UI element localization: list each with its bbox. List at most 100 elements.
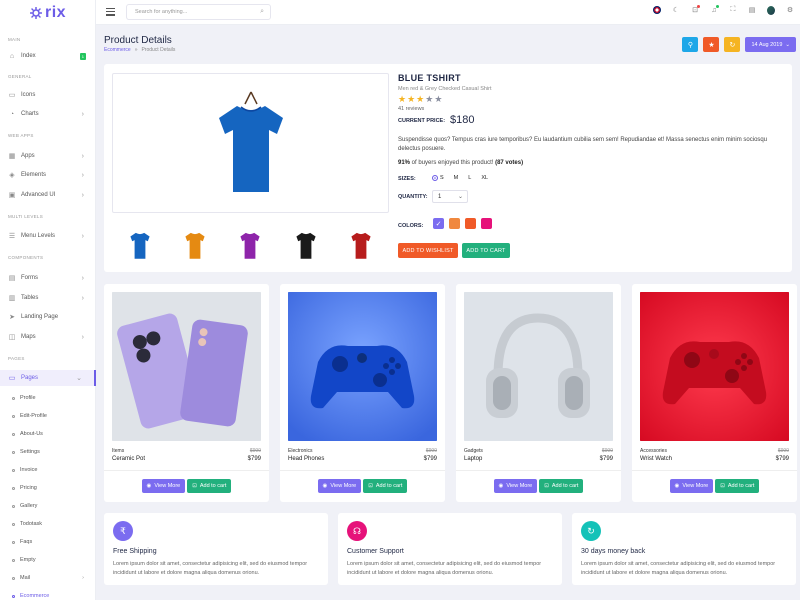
sub-item-about-us[interactable]: About-Us	[0, 428, 96, 440]
product-main-image	[112, 73, 389, 213]
sub-item-edit-profile[interactable]: Edit-Profile	[0, 410, 96, 422]
sidebar-item-apps[interactable]: ▦ Apps ›	[0, 149, 96, 163]
sub-item-invoice[interactable]: Invoice	[0, 464, 96, 476]
filter-icon: ⚲	[687, 41, 694, 49]
check-icon: ✓	[435, 220, 442, 228]
product-price: $799	[247, 456, 261, 462]
sub-item-faqs[interactable]: Faqs	[0, 536, 96, 548]
breadcrumb-link[interactable]: Ecommerce	[104, 47, 131, 53]
sidebar-item-tables[interactable]: ▥ Tables ›	[0, 291, 96, 305]
color-swatch-red-orange[interactable]	[465, 218, 476, 229]
search-input[interactable]: Search for anything... ⌕	[126, 4, 271, 20]
sub-item-empty[interactable]: Empty	[0, 554, 96, 566]
add-to-cart-button[interactable]: ⊡ Add to cart	[363, 479, 408, 493]
sidebar-item-landing-page[interactable]: ➤ Landing Page	[0, 310, 96, 324]
buyer-stats: 91% of buyers enjoyed this product! (87 …	[398, 160, 523, 166]
product-name[interactable]: Laptop	[464, 456, 482, 462]
thumbnail-orange[interactable]	[181, 225, 209, 263]
filter-button[interactable]: ⚲	[682, 37, 699, 52]
feature-text: Lorem ipsum dolor sit amet, consectetur …	[581, 561, 776, 576]
sub-item-mail[interactable]: Mail ›	[0, 572, 96, 584]
chevron-right-icon: ›	[81, 171, 84, 179]
add-to-cart-button[interactable]: ⊡ Add to cart	[187, 479, 232, 493]
color-swatch-pink[interactable]	[481, 218, 492, 229]
sidebar-item-menu-levels[interactable]: ☰ Menu Levels ›	[0, 229, 96, 243]
favorite-button[interactable]: ★	[703, 37, 720, 52]
sidebar-item-elements[interactable]: ◈ Elements ›	[0, 168, 96, 182]
thumbnail-blue[interactable]	[126, 225, 154, 263]
review-count[interactable]: 41 reviews	[398, 106, 424, 112]
color-swatch-orange[interactable]	[449, 218, 460, 229]
add-to-wishlist-button[interactable]: ADD TO WISHLIST	[398, 243, 458, 258]
view-more-button[interactable]: ◉ View More	[317, 479, 362, 493]
sidebar-item-maps[interactable]: ◫ Maps ›	[0, 330, 96, 344]
grid-icon: ▦	[8, 153, 16, 160]
sidebar-item-forms[interactable]: ▤ Forms ›	[0, 271, 96, 285]
product-name[interactable]: Wrist Watch	[640, 456, 672, 462]
product-name[interactable]: Ceramic Pot	[112, 456, 145, 462]
size-option-s[interactable]: S	[432, 175, 444, 181]
sub-item-label: Gallery	[20, 503, 38, 509]
language-flag-icon[interactable]	[653, 6, 661, 14]
apps-icon[interactable]: ▤	[748, 6, 756, 14]
view-more-button[interactable]: ◉ View More	[493, 479, 538, 493]
section-web-apps: Web Apps	[8, 133, 34, 138]
sidebar-item-advanced-ui[interactable]: ▣ Advanced UI ›	[0, 188, 96, 202]
size-option-m[interactable]: M	[454, 175, 459, 181]
thumbnail-black[interactable]	[292, 225, 320, 263]
sub-item-pricing[interactable]: Pricing	[0, 482, 96, 494]
sub-item-ecommerce[interactable]: Ecommerce	[0, 590, 96, 600]
brand-logo[interactable]: rix	[0, 0, 95, 25]
product-image[interactable]	[640, 292, 789, 441]
sub-item-settings[interactable]: Settings	[0, 446, 96, 458]
add-to-cart-button[interactable]: ADD TO CART	[462, 243, 510, 258]
add-to-cart-button[interactable]: ⊡ Add to cart	[539, 479, 584, 493]
refresh-button[interactable]: ↻	[724, 37, 741, 52]
sidebar-item-charts[interactable]: ◔ Charts ›	[0, 107, 96, 121]
headphones-image	[464, 292, 613, 441]
sub-item-gallery[interactable]: Gallery	[0, 500, 96, 512]
product-name[interactable]: Head Phones	[288, 456, 324, 462]
product-actions: ◉ View More ⊡ Add to cart	[632, 479, 797, 493]
button-label: Add to cart	[727, 483, 755, 489]
product-subtitle: Men red & Grey Checked Casual Shirt	[398, 86, 492, 92]
moon-icon[interactable]: ☾	[672, 6, 680, 14]
size-option-xl[interactable]: XL	[481, 175, 488, 181]
sidebar-item-label: Index	[21, 53, 36, 59]
color-options: ✓	[433, 218, 492, 229]
quantity-select[interactable]: 1 ⌄	[432, 190, 468, 203]
view-more-button[interactable]: ◉ View More	[669, 479, 714, 493]
view-more-button[interactable]: ◉ View More	[141, 479, 186, 493]
hamburger-icon[interactable]	[106, 8, 115, 16]
bell-icon[interactable]: ♫	[710, 5, 719, 14]
sub-item-label: Settings	[20, 449, 40, 455]
divider	[632, 470, 797, 471]
sub-item-todotask[interactable]: Todotask	[0, 518, 96, 530]
color-swatch-purple[interactable]: ✓	[433, 218, 444, 229]
sidebar-item-index[interactable]: ⌂ Index 1	[0, 49, 96, 63]
chevron-right-icon: ›	[81, 152, 84, 160]
breadcrumb-current: Product Details	[141, 47, 176, 53]
user-avatar[interactable]	[767, 5, 775, 15]
breadcrumb: Ecommerce » Product Details	[104, 47, 175, 53]
settings-gear-icon[interactable]: ⚙	[786, 6, 794, 14]
add-to-cart-button[interactable]: ⊡ Add to cart	[715, 479, 760, 493]
product-image[interactable]	[288, 292, 437, 441]
fullscreen-icon[interactable]: ⛶	[729, 6, 737, 14]
thumbnail-red[interactable]	[347, 225, 375, 263]
product-card: Accessories Wrist Watch $999 $799 ◉ View …	[632, 284, 797, 502]
sizes-label: SIZES:	[398, 176, 416, 182]
size-option-l[interactable]: L	[468, 175, 471, 181]
star-filled-icon: ★	[416, 94, 425, 104]
sub-item-profile[interactable]: Profile	[0, 392, 96, 404]
date-dropdown[interactable]: 14 Aug 2019 ⌄	[745, 37, 796, 52]
product-actions: ◉ View More ⊡ Add to cart	[280, 479, 445, 493]
product-old-price: $999	[425, 448, 437, 454]
product-image[interactable]	[112, 292, 261, 441]
sidebar-item-pages[interactable]: ▭ Pages ⌄	[0, 370, 96, 386]
product-image[interactable]	[464, 292, 613, 441]
enjoyed-percent: 91%	[398, 160, 411, 166]
cart-icon[interactable]: ⊡	[691, 5, 700, 14]
sidebar-item-icons[interactable]: ▭ Icons	[0, 88, 96, 102]
thumbnail-purple[interactable]	[236, 225, 264, 263]
